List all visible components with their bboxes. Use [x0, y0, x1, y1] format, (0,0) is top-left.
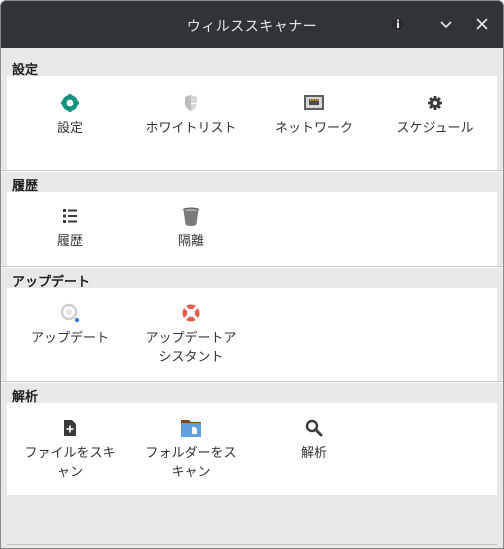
folder-icon — [180, 417, 202, 439]
window-title: ウィルススキャナー — [186, 19, 318, 35]
schedule-label: スケジュール — [396, 121, 474, 136]
update-panel: アップデート アップデートアシスタント — [7, 288, 497, 381]
quarantine-label: 隔離 — [177, 234, 204, 249]
list-icon — [59, 205, 81, 227]
update-assistant-label: アップデートアシスタント — [145, 331, 237, 365]
close-icon[interactable] — [471, 13, 493, 35]
section-title-analysis: 解析 — [7, 383, 497, 405]
update-label: アップデート — [30, 331, 109, 346]
lifebuoy-icon — [180, 302, 202, 324]
network-icon — [303, 92, 325, 114]
section-title-history: 履歴 — [7, 172, 497, 194]
section-title-settings: 設定 — [7, 48, 497, 78]
scan-folder-label: フォルダーをスキャン — [145, 446, 237, 480]
shield-gear-icon — [59, 92, 81, 114]
scan-file-button[interactable]: ファイルをスキャン — [10, 417, 130, 482]
gear-icon — [424, 92, 446, 114]
analysis-panel: ファイルをスキャン フォルダーをスキャン 解析 — [7, 403, 497, 495]
history-button[interactable]: 履歴 — [10, 205, 130, 251]
minimize-icon[interactable] — [435, 13, 457, 35]
schedule-button[interactable]: スケジュール — [375, 92, 495, 138]
whitelist-button[interactable]: ホワイトリスト — [131, 92, 251, 138]
analyze-label: 解析 — [300, 446, 327, 461]
divider — [7, 544, 497, 545]
app-window: ウィルススキャナー 設定 設定 ホワイトリスト ネットワーク スケジュール 履歴… — [0, 0, 504, 549]
section-title-update: アップデート — [7, 268, 497, 290]
scan-file-label: ファイルをスキャン — [24, 446, 116, 480]
update-icon — [59, 302, 81, 324]
update-assistant-button[interactable]: アップデートアシスタント — [131, 302, 251, 367]
search-icon — [303, 417, 325, 439]
title-bar[interactable]: ウィルススキャナー — [1, 1, 503, 48]
history-label: 履歴 — [56, 234, 83, 249]
info-icon[interactable] — [387, 13, 409, 35]
network-button[interactable]: ネットワーク — [254, 92, 374, 138]
settings-panel: 設定 ホワイトリスト ネットワーク スケジュール — [7, 76, 497, 170]
settings-button[interactable]: 設定 — [10, 92, 130, 138]
network-label: ネットワーク — [274, 121, 353, 136]
whitelist-label: ホワイトリスト — [145, 121, 237, 136]
file-add-icon — [59, 417, 81, 439]
trash-icon — [180, 205, 202, 227]
history-panel: 履歴 隔離 — [7, 192, 497, 266]
quarantine-button[interactable]: 隔離 — [131, 205, 251, 251]
settings-label: 設定 — [56, 121, 83, 136]
whitelist-shield-icon — [180, 92, 202, 114]
main-content: 設定 設定 ホワイトリスト ネットワーク スケジュール 履歴 履歴 隔離 アップ… — [1, 48, 503, 495]
scan-folder-button[interactable]: フォルダーをスキャン — [131, 417, 251, 482]
analyze-button[interactable]: 解析 — [254, 417, 374, 463]
update-button[interactable]: アップデート — [10, 302, 130, 348]
